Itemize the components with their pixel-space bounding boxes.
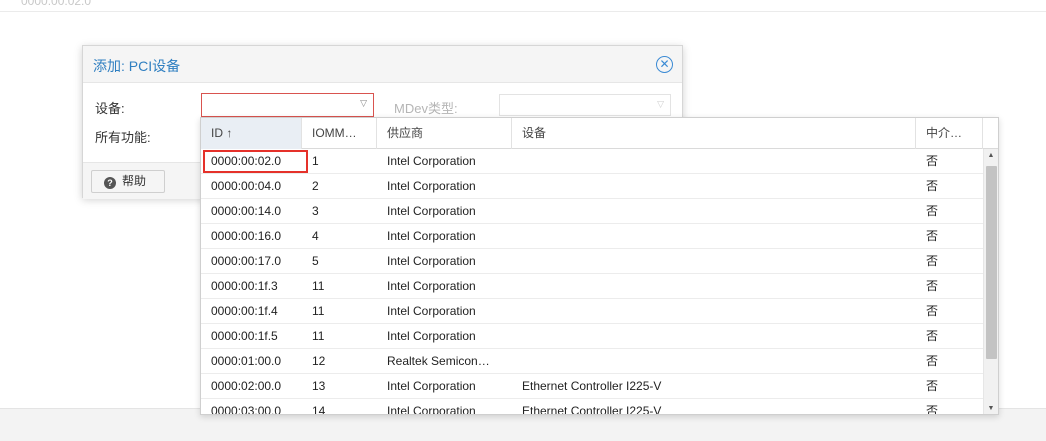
cell-vendor: Intel Corporation (387, 404, 476, 415)
table-row[interactable]: 0000:00:02.0 1 Intel Corporation 否 (201, 149, 985, 174)
cell-id: 0000:00:1f.5 (211, 329, 278, 343)
table-row[interactable]: 0000:00:14.0 3 Intel Corporation 否 (201, 199, 985, 224)
dialog-title: 添加: PCI设备 (93, 58, 181, 74)
table-row[interactable]: 0000:00:1f.5 11 Intel Corporation 否 (201, 324, 985, 349)
cell-iommu-group: 11 (312, 279, 325, 293)
cell-vendor: Intel Corporation (387, 154, 476, 168)
background-header: 0000:00:02.0 (0, 0, 1046, 12)
scrollbar-thumb[interactable] (986, 166, 997, 359)
cell-iommu-group: 12 (312, 354, 326, 368)
cell-device: Ethernet Controller I225-V (522, 379, 662, 393)
background-top-text: 0000:00:02.0 (21, 0, 92, 8)
table-row[interactable]: 0000:02:00.0 13 Intel Corporation Ethernet … (201, 374, 985, 399)
column-header-device[interactable]: 设备 (512, 118, 916, 149)
cell-vendor: Intel Corporation (387, 179, 476, 193)
cell-vendor: Intel Corporation (387, 329, 476, 343)
cell-device (522, 299, 912, 324)
cell-mediated: 否 (926, 254, 939, 268)
column-header-mdev[interactable]: 中介… (916, 118, 983, 149)
cell-vendor: Intel Corporation (387, 379, 476, 393)
all-functions-label: 所有功能: (95, 130, 151, 145)
table-row[interactable]: 0000:00:1f.4 11 Intel Corporation 否 (201, 299, 985, 324)
cell-vendor: Intel Corporation (387, 254, 476, 268)
cell-device (522, 199, 912, 224)
column-header-id[interactable]: ID ↑ (201, 118, 302, 149)
cell-id: 0000:02:00.0 (211, 379, 282, 393)
cell-device (522, 174, 912, 199)
table-row[interactable]: 0000:01:00.0 12 Realtek Semicon… 否 (201, 349, 985, 374)
cell-mediated: 否 (926, 354, 939, 368)
column-header-vendor[interactable]: 供应商 (377, 118, 512, 149)
mdev-type-combobox[interactable]: ▽ (499, 94, 671, 116)
device-combobox[interactable]: ▽ (201, 93, 374, 117)
cell-mediated: 否 (926, 279, 939, 293)
cell-mediated: 否 (926, 329, 939, 343)
cell-iommu-group: 5 (312, 254, 319, 268)
device-label: 设备: (95, 101, 125, 116)
cell-device (522, 274, 912, 299)
cell-iommu-group: 14 (312, 404, 326, 415)
cell-mediated: 否 (926, 304, 939, 318)
cell-iommu-group: 3 (312, 204, 319, 218)
question-circle-icon: ? (104, 177, 116, 189)
cell-iommu-group: 1 (312, 154, 319, 168)
cell-mediated: 否 (926, 229, 939, 243)
chevron-down-icon[interactable]: ▽ (360, 98, 367, 109)
column-header-iommu[interactable]: IOMM… (302, 118, 377, 149)
cell-id: 0000:01:00.0 (211, 354, 282, 368)
cell-iommu-group: 2 (312, 179, 319, 193)
cell-iommu-group: 4 (312, 229, 319, 243)
cell-device (522, 149, 912, 174)
table-row[interactable]: 0000:00:1f.3 11 Intel Corporation 否 (201, 274, 985, 299)
cell-id: 0000:00:16.0 (211, 229, 282, 243)
help-button-label: 帮助 (122, 174, 147, 188)
cell-id: 0000:00:14.0 (211, 204, 282, 218)
chevron-down-icon: ▽ (657, 99, 664, 109)
grid-header: ID ↑ IOMM… 供应商 设备 中介… (201, 118, 998, 149)
cell-id: 0000:00:02.0 (211, 154, 282, 168)
pci-device-picker-grid: ID ↑ IOMM… 供应商 设备 中介… 0000:00:02.0 1 Intel… (200, 117, 999, 415)
table-row[interactable]: 0000:00:17.0 5 Intel Corporation 否 (201, 249, 985, 274)
cell-vendor: Intel Corporation (387, 279, 476, 293)
cell-device (522, 349, 912, 374)
cell-device: Ethernet Controller I225-V (522, 404, 662, 415)
table-row[interactable]: 0000:00:04.0 2 Intel Corporation 否 (201, 174, 985, 199)
cell-vendor: Intel Corporation (387, 229, 476, 243)
scroll-up-icon[interactable]: ▲ (984, 149, 998, 163)
cell-mediated: 否 (926, 379, 939, 393)
cell-device (522, 324, 912, 349)
table-row[interactable]: 0000:03:00.0 14 Intel Corporation Ethernet … (201, 399, 985, 415)
close-icon[interactable]: ✕ (656, 56, 673, 73)
cell-vendor: Intel Corporation (387, 304, 476, 318)
cell-mediated: 否 (926, 404, 939, 415)
cell-device (522, 249, 912, 274)
cell-id: 0000:03:00.0 (211, 404, 282, 415)
mdev-type-label: MDev类型: (394, 101, 458, 116)
cell-id: 0000:00:04.0 (211, 179, 282, 193)
help-button[interactable]: ? 帮助 (91, 170, 165, 193)
dialog-header: 添加: PCI设备 ✕ (83, 46, 682, 83)
cell-mediated: 否 (926, 204, 939, 218)
cell-id: 0000:00:17.0 (211, 254, 282, 268)
cell-vendor: Realtek Semicon… (387, 354, 490, 368)
cell-mediated: 否 (926, 179, 939, 193)
cell-iommu-group: 11 (312, 304, 325, 318)
cell-iommu-group: 13 (312, 379, 326, 393)
cell-mediated: 否 (926, 154, 939, 168)
cell-iommu-group: 11 (312, 329, 325, 343)
cell-id: 0000:00:1f.3 (211, 279, 278, 293)
cell-vendor: Intel Corporation (387, 204, 476, 218)
table-row[interactable]: 0000:00:16.0 4 Intel Corporation 否 (201, 224, 985, 249)
cell-device (522, 224, 912, 249)
vertical-scrollbar[interactable]: ▲ ▼ (983, 149, 998, 414)
cell-id: 0000:00:1f.4 (211, 304, 278, 318)
scroll-down-icon[interactable]: ▼ (984, 402, 998, 414)
